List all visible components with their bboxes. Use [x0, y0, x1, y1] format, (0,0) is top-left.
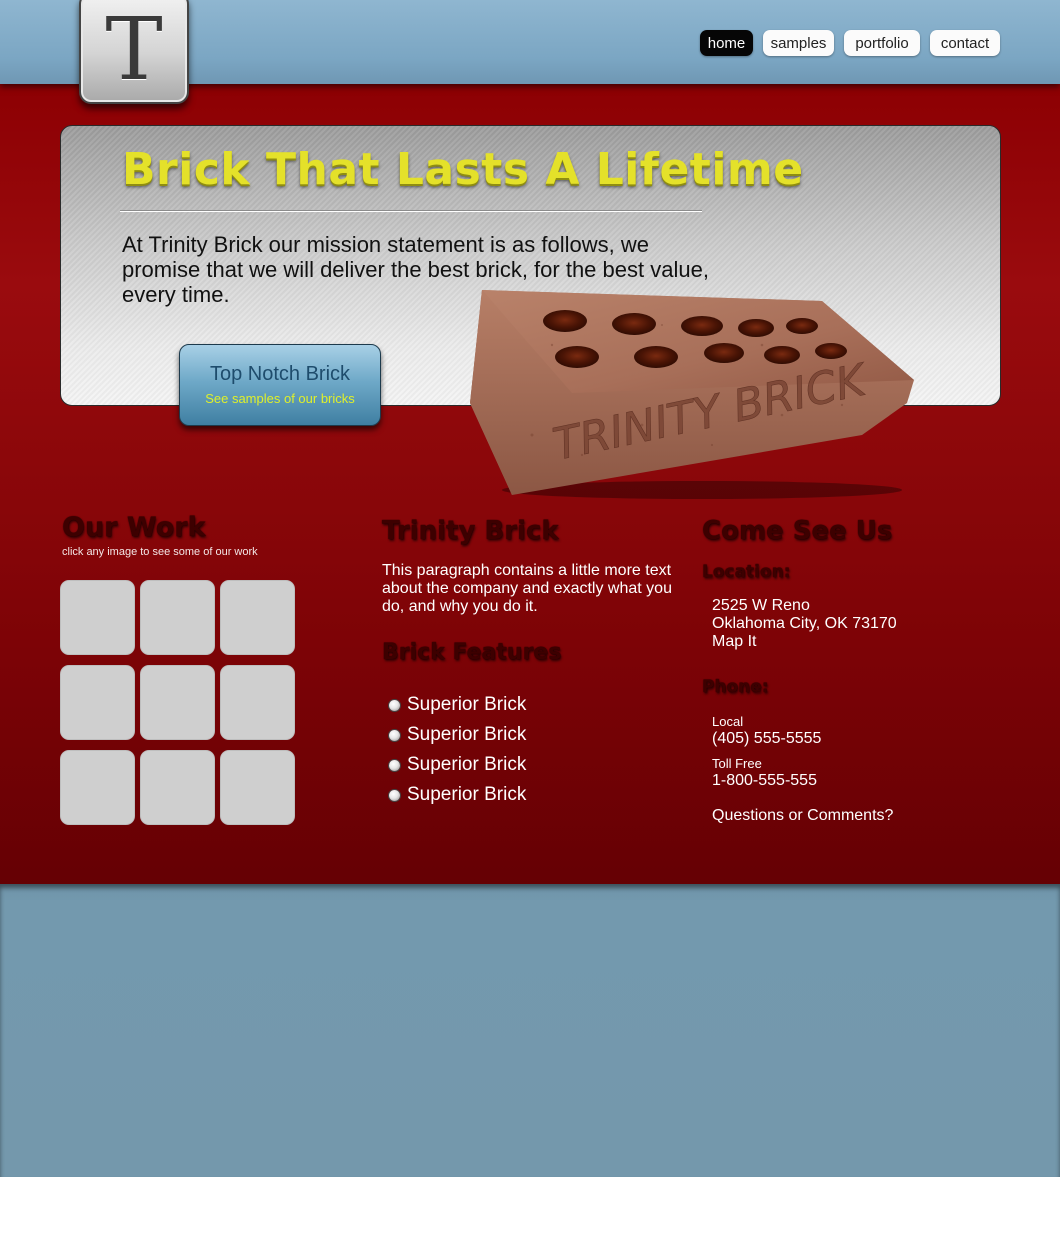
nav-contact[interactable]: contact — [930, 30, 1000, 56]
logo-letter: T — [105, 0, 163, 100]
list-item: Superior Brick — [389, 690, 629, 720]
top-notch-brick-button[interactable]: Top Notch Brick See samples of our brick… — [179, 344, 381, 426]
feature-label: Superior Brick — [407, 754, 527, 775]
work-thumbnail-2[interactable] — [140, 580, 215, 655]
address-block: 2525 W Reno Oklahoma City, OK 73170 Map … — [712, 597, 897, 651]
feature-label: Superior Brick — [407, 694, 527, 715]
work-thumbnail-1[interactable] — [60, 580, 135, 655]
toll-free-phone-number[interactable]: 1-800-555-555 — [712, 772, 817, 790]
feature-label: Superior Brick — [407, 784, 527, 805]
local-label: Local — [712, 714, 744, 729]
feature-label: Superior Brick — [407, 724, 527, 745]
work-thumbnail-7[interactable] — [60, 750, 135, 825]
brick-image: TRINITY BRICK — [470, 290, 914, 499]
nav-portfolio[interactable]: portfolio — [844, 30, 920, 56]
address-line-1: 2525 W Reno — [712, 597, 810, 614]
work-thumbnail-5[interactable] — [140, 665, 215, 740]
bullet-icon — [389, 759, 400, 771]
location-label: Location: — [702, 562, 791, 582]
hero-title: Brick That Lasts A Lifetime — [122, 144, 804, 195]
list-item: Superior Brick — [389, 780, 629, 810]
work-thumbnail-6[interactable] — [220, 665, 295, 740]
nav-samples[interactable]: samples — [763, 30, 834, 56]
bullet-icon — [389, 789, 400, 801]
local-phone-number[interactable]: (405) 555-5555 — [712, 730, 821, 748]
features-list: Superior Brick Superior Brick Superior B… — [389, 690, 629, 810]
list-item: Superior Brick — [389, 750, 629, 780]
address-line-2: Oklahoma City, OK 73170 — [712, 615, 897, 632]
our-work-subtitle: click any image to see some of our work — [62, 546, 258, 558]
trinity-brick-heading: Trinity Brick — [382, 516, 559, 546]
phone-label: Phone: — [702, 677, 769, 697]
questions-comments-link[interactable]: Questions or Comments? — [712, 807, 893, 825]
work-thumbnail-9[interactable] — [220, 750, 295, 825]
toll-free-label: Toll Free — [712, 756, 762, 771]
work-thumbnail-3[interactable] — [220, 580, 295, 655]
work-thumbnail-8[interactable] — [140, 750, 215, 825]
come-see-us-heading: Come See Us — [702, 516, 893, 546]
brick-features-heading: Brick Features — [382, 640, 562, 665]
bullet-icon — [389, 699, 400, 711]
our-work-heading: Our Work — [62, 512, 206, 543]
work-thumbnail-4[interactable] — [60, 665, 135, 740]
cta-title: Top Notch Brick — [209, 363, 351, 385]
about-paragraph: This paragraph contains a little more te… — [382, 562, 672, 615]
list-item: Superior Brick — [389, 720, 629, 750]
footer-area — [0, 884, 1060, 1177]
nav-home[interactable]: home — [700, 30, 753, 56]
cta-subtitle: See samples of our bricks — [205, 391, 355, 406]
site-logo[interactable]: T — [79, 0, 189, 104]
bullet-icon — [389, 729, 400, 741]
hero-divider — [120, 210, 702, 212]
map-it-link[interactable]: Map It — [712, 633, 897, 651]
